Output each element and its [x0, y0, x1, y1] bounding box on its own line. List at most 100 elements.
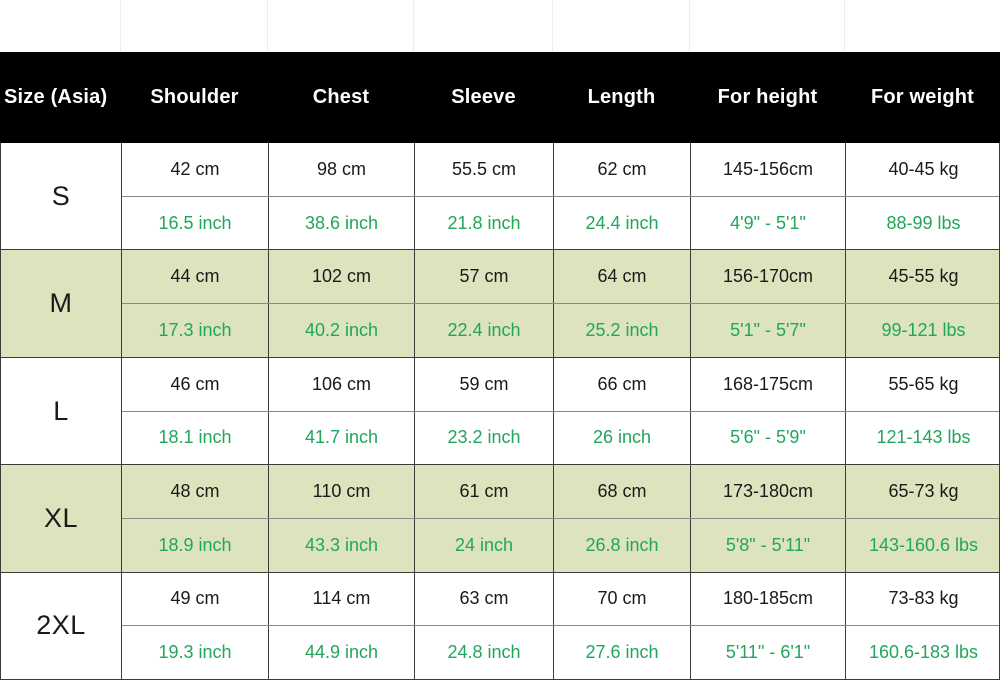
cell-height-imperial: 5'11" - 6'1": [691, 626, 846, 680]
cell-length-imperial: 26 inch: [554, 411, 691, 465]
table-body: S 42 cm 98 cm 55.5 cm 62 cm 145-156cm 40-45 kg…: [0, 143, 1000, 680]
cell-weight-metric: 65-73 kg: [888, 481, 959, 502]
cell-height-metric: 173-180cm: [691, 465, 846, 518]
imperial-values-row: 18.1 inch 41.7 inch 23.2 inch 26 inch 5'6" -…: [122, 411, 999, 465]
top-spacer-cell: [0, 0, 121, 52]
cell-sleeve-imperial: 23.2 inch: [415, 411, 554, 465]
cell-length-metric: 66 cm: [554, 357, 691, 411]
cell-length-metric: 68 cm: [554, 465, 691, 518]
top-spacer-cell: [121, 0, 268, 52]
cell-chest-metric: 106 cm: [269, 357, 415, 411]
measurement-stack: 44 cm 102 cm 57 cm 64 cm 156-170cm 45-55 kg 17…: [122, 250, 999, 357]
column-header-shoulder: Shoulder: [150, 86, 239, 108]
cell-weight-imperial: 88-99 lbs: [886, 212, 961, 233]
metric-values-row: 48 cm 110 cm 61 cm 68 cm 173-180cm 65-73 kg: [122, 465, 999, 519]
table-row: L 46 cm 106 cm 59 cm 66 cm 168-175cm 55-65 kg 1…: [1, 357, 999, 466]
top-spacer-cell: [845, 0, 1000, 52]
size-label-cell: XL: [1, 465, 122, 572]
cell-shoulder-metric: 49 cm: [122, 572, 269, 626]
size-label-cell: L: [1, 357, 122, 465]
cell-height-imperial: 4'9" - 5'1": [691, 196, 846, 250]
metric-values-row: 44 cm 102 cm 57 cm 64 cm 156-170cm 45-55 kg: [122, 250, 999, 305]
cell-weight-imperial: 121-143 lbs: [876, 427, 971, 448]
cell-shoulder-imperial: 16.5 inch: [122, 196, 269, 250]
cell-weight-imperial: 99-121 lbs: [881, 319, 966, 340]
cell-length-metric: 70 cm: [554, 572, 691, 626]
cell-weight-metric: 55-65 kg: [888, 373, 959, 394]
size-label-cell: 2XL: [1, 572, 122, 680]
cell-length-metric: 62 cm: [554, 143, 691, 196]
top-spacer-cell: [414, 0, 553, 52]
imperial-values-row: 18.9 inch 43.3 inch 24 inch 26.8 inch 5'8" -…: [122, 518, 999, 572]
cell-chest-metric: 110 cm: [269, 465, 415, 518]
cell-length-imperial: 27.6 inch: [554, 626, 691, 680]
top-spacer-cell: [553, 0, 690, 52]
cell-height-metric: 156-170cm: [691, 250, 846, 304]
column-header-length: Length: [587, 86, 656, 108]
cell-sleeve-imperial: 24 inch: [415, 518, 554, 572]
cell-height-imperial: 5'6" - 5'9": [691, 411, 846, 465]
metric-values-row: 46 cm 106 cm 59 cm 66 cm 168-175cm 55-65 kg: [122, 357, 999, 412]
cell-length-imperial: 26.8 inch: [554, 518, 691, 572]
cell-chest-imperial: 43.3 inch: [269, 518, 415, 572]
imperial-values-row: 16.5 inch 38.6 inch 21.8 inch 24.4 inch 4'9"…: [122, 196, 999, 250]
cell-height-metric: 180-185cm: [691, 572, 846, 626]
top-spacer-cell: [268, 0, 414, 52]
cell-chest-metric: 114 cm: [269, 572, 415, 626]
table-row: S 42 cm 98 cm 55.5 cm 62 cm 145-156cm 40-45 kg…: [1, 143, 999, 251]
cell-sleeve-metric: 59 cm: [415, 357, 554, 411]
table-row: M 44 cm 102 cm 57 cm 64 cm 156-170cm 45-55 kg 1…: [1, 250, 999, 358]
table-header-row: Size (Asia) Shoulder Chest Sleeve Length…: [0, 52, 1000, 143]
column-header-size: Size (Asia): [4, 86, 108, 108]
cell-sleeve-metric: 55.5 cm: [415, 143, 554, 196]
cell-shoulder-imperial: 18.9 inch: [122, 518, 269, 572]
cell-sleeve-imperial: 21.8 inch: [415, 196, 554, 250]
cell-length-imperial: 25.2 inch: [554, 304, 691, 357]
cell-weight-imperial: 143-160.6 lbs: [868, 534, 979, 555]
cell-height-imperial: 5'1" - 5'7": [691, 304, 846, 357]
cell-chest-imperial: 44.9 inch: [269, 626, 415, 680]
cell-chest-imperial: 38.6 inch: [269, 196, 415, 250]
size-chart-table: Size (Asia) Shoulder Chest Sleeve Length…: [0, 0, 1000, 680]
imperial-values-row: 19.3 inch 44.9 inch 24.8 inch 27.6 inch 5'11…: [122, 626, 999, 680]
table-row: XL 48 cm 110 cm 61 cm 68 cm 173-180cm 65-73 kg…: [1, 465, 999, 573]
cell-shoulder-metric: 44 cm: [122, 250, 269, 304]
column-header-chest: Chest: [312, 86, 370, 108]
measurement-stack: 49 cm 114 cm 63 cm 70 cm 180-185cm 73-83 kg 19…: [122, 572, 999, 680]
table-row: 2XL 49 cm 114 cm 63 cm 70 cm 180-185cm 73-83 k…: [1, 572, 999, 680]
cell-shoulder-metric: 42 cm: [122, 143, 269, 196]
metric-values-row: 42 cm 98 cm 55.5 cm 62 cm 145-156cm 40-45 kg: [122, 143, 999, 197]
cell-weight-metric: 40-45 kg: [888, 158, 959, 179]
cell-length-metric: 64 cm: [554, 250, 691, 304]
size-label-cell: S: [1, 143, 122, 250]
measurement-stack: 42 cm 98 cm 55.5 cm 62 cm 145-156cm 40-45 kg 1…: [122, 143, 999, 250]
measurement-stack: 46 cm 106 cm 59 cm 66 cm 168-175cm 55-65 kg 18…: [122, 357, 999, 465]
cell-shoulder-metric: 46 cm: [122, 357, 269, 411]
metric-values-row: 49 cm 114 cm 63 cm 70 cm 180-185cm 73-83 kg: [122, 572, 999, 627]
column-header-height: For height: [717, 86, 818, 108]
cell-weight-imperial: 160.6-183 lbs: [868, 642, 979, 663]
cell-sleeve-imperial: 22.4 inch: [415, 304, 554, 357]
cell-shoulder-imperial: 17.3 inch: [122, 304, 269, 357]
cell-shoulder-imperial: 18.1 inch: [122, 411, 269, 465]
top-spacer-cell: [690, 0, 845, 52]
cell-length-imperial: 24.4 inch: [554, 196, 691, 250]
cell-sleeve-metric: 61 cm: [415, 465, 554, 518]
cell-weight-metric: 45-55 kg: [888, 266, 959, 287]
cell-chest-imperial: 41.7 inch: [269, 411, 415, 465]
measurement-stack: 48 cm 110 cm 61 cm 68 cm 173-180cm 65-73 kg 18…: [122, 465, 999, 572]
imperial-values-row: 17.3 inch 40.2 inch 22.4 inch 25.2 inch 5'1"…: [122, 304, 999, 357]
cell-chest-imperial: 40.2 inch: [269, 304, 415, 357]
size-label-cell: M: [1, 250, 122, 357]
cell-height-metric: 168-175cm: [691, 357, 846, 411]
cell-chest-metric: 102 cm: [269, 250, 415, 304]
cell-height-imperial: 5'8" - 5'11": [691, 518, 846, 572]
cell-sleeve-metric: 63 cm: [415, 572, 554, 626]
table-top-spacer: [0, 0, 1000, 52]
column-header-sleeve: Sleeve: [451, 86, 516, 108]
cell-sleeve-imperial: 24.8 inch: [415, 626, 554, 680]
cell-weight-metric: 73-83 kg: [888, 588, 959, 609]
column-header-weight: For weight: [870, 86, 975, 108]
cell-sleeve-metric: 57 cm: [415, 250, 554, 304]
cell-shoulder-metric: 48 cm: [122, 465, 269, 518]
